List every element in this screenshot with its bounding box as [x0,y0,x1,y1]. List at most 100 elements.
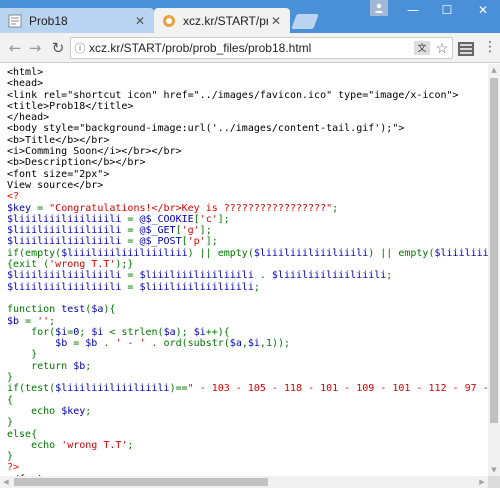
source-token: <b>Description</b></br> [7,157,146,169]
source-line: $key = "Congratulations!</br>Key is ????… [7,203,338,214]
source-token: $liiiliiiliiiliiili [139,270,254,282]
source-token: = [121,225,140,237]
maximize-button[interactable]: ☐ [432,0,462,20]
source-line: } [7,451,13,462]
source-token: $b [85,338,98,350]
tab-close-icon[interactable]: ✕ [132,14,148,28]
site-info-icon[interactable]: ⓘ [71,40,89,56]
source-token: test [61,304,86,316]
source-line: <? [7,191,19,202]
source-token: $a [91,304,104,316]
source-token: . [97,338,116,350]
source-line: } [7,349,37,360]
horizontal-scroll-thumb[interactable] [14,478,268,486]
source-token: echo [7,439,62,451]
source-token: $liiiliiiliiiliiili [7,236,122,248]
source-token: . ord(substr( [145,338,230,350]
page-favicon-icon [162,14,176,28]
scroll-right-arrow-icon[interactable]: ▶ [476,476,488,488]
scroll-up-arrow-icon[interactable]: ▲ [488,64,500,76]
source-token: $liiiliiiliiiliiiliii [61,247,188,259]
source-line: </head> [7,112,49,123]
source-token: ); [175,326,194,338]
source-token: $liiiliiiliiiliiili [7,281,122,293]
source-token: );} [115,259,134,271]
scroll-left-arrow-icon[interactable]: ◀ [0,476,12,488]
source-token: ; [85,360,92,372]
source-token: $liiiliiiliiiliiili [7,213,122,225]
source-token: 'c' [199,213,218,225]
source-line: <i>Comming Soon</i></br></br> [7,146,182,157]
source-line: <head> [7,78,43,89]
new-tab-button[interactable] [291,14,319,29]
source-line: $b = ''; [7,316,55,327]
page-content: <html> <head> <link rel="shortcut icon" … [0,64,488,488]
source-token: = [121,213,140,225]
source-token: ,1)); [259,338,291,350]
vertical-scroll-thumb[interactable] [490,78,498,423]
source-token: } [7,372,14,384]
source-line: function test($a){ [7,304,115,315]
source-token: @$_COOKIE [139,213,194,225]
source-line: $liiiliiiliiiliiili = $liiiliiiliiiliiil… [7,270,392,281]
source-line: <html> [7,67,43,78]
source-line: $b = $b . ' - ' . ord(substr($a,$i,1)); [7,338,290,349]
source-line: {exit ('wrong T.T');} [7,259,133,270]
source-token: $a [229,338,242,350]
address-url[interactable]: xcz.kr/START/prob/prob_files/prob18.html [89,41,414,55]
source-line: { [7,395,13,406]
source-token: ) || empty( [187,247,254,259]
minimize-button[interactable]: — [398,0,428,20]
source-token: for( [7,326,56,338]
vertical-scrollbar[interactable]: ▲ ▼ [488,64,500,488]
source-token: = [121,281,140,293]
menu-kebab-icon[interactable]: ⋮ [482,39,498,55]
source-token: $liiiliiiliiiliiili [55,383,170,395]
source-token: <b>Title</b></br> [7,134,110,146]
back-arrow-icon[interactable]: ← [6,39,24,57]
bookmark-star-icon[interactable]: ☆ [434,40,450,57]
source-token: <head> [7,78,44,90]
source-token: = [19,315,38,327]
source-token: 'p' [187,236,206,248]
source-line: else{ [7,429,37,440]
source-token: ; [332,202,339,214]
source-line: <b>Title</b></br> [7,135,109,146]
forward-arrow-icon[interactable]: → [26,39,44,57]
source-line: <font size="2px"> [7,169,109,180]
source-token: @$_POST [139,236,182,248]
source-token: $liiiliiiliiiliiili [7,225,122,237]
tab-prob18[interactable]: Prob18 ✕ [0,8,154,33]
source-token: "Congratulations!</br>Key is ???????????… [49,202,333,214]
source-line: $liiiliiiliiiliiili = @$_GET['g']; [7,225,212,236]
user-profile-icon[interactable] [370,0,388,16]
source-token: else{ [7,428,38,440]
tab-active-source[interactable]: xcz.kr/START/prob/prob ✕ [154,8,290,33]
source-token: $b [7,315,20,327]
source-token: $i [247,338,260,350]
reload-icon[interactable]: ↻ [49,39,67,57]
source-token: $liiiliiiliiiliiili [7,270,122,282]
source-token: '' [37,315,50,327]
source-token: $i [55,326,68,338]
source-line: echo 'wrong T.T'; [7,440,133,451]
source-line: <link rel="shortcut icon" href="../image… [7,90,459,101]
source-token: } [7,349,38,361]
source-token: 'g' [181,225,200,237]
source-token: ?> [7,462,20,474]
extension-icon[interactable] [458,41,474,56]
horizontal-scrollbar[interactable]: ◀ ▶ [0,476,488,488]
source-line: <title>Prob18</title> [7,101,133,112]
source-token: function [7,304,62,316]
address-bar[interactable]: ⓘ xcz.kr/START/prob/prob_files/prob18.ht… [70,37,453,59]
source-line: <b>Description</b></br> [7,157,145,168]
source-token: </head> [7,112,50,124]
source-token: $liiiliiiliiiliiili [271,270,387,282]
page-favicon-icon [8,14,22,28]
scroll-down-arrow-icon[interactable]: ▼ [488,464,500,476]
source-line: View source</br> [7,180,103,191]
tab-close-icon[interactable]: ✕ [268,14,284,28]
close-window-button[interactable]: ✕ [466,0,500,20]
source-token: $a [163,326,176,338]
translate-icon[interactable]: 文 [414,41,430,55]
